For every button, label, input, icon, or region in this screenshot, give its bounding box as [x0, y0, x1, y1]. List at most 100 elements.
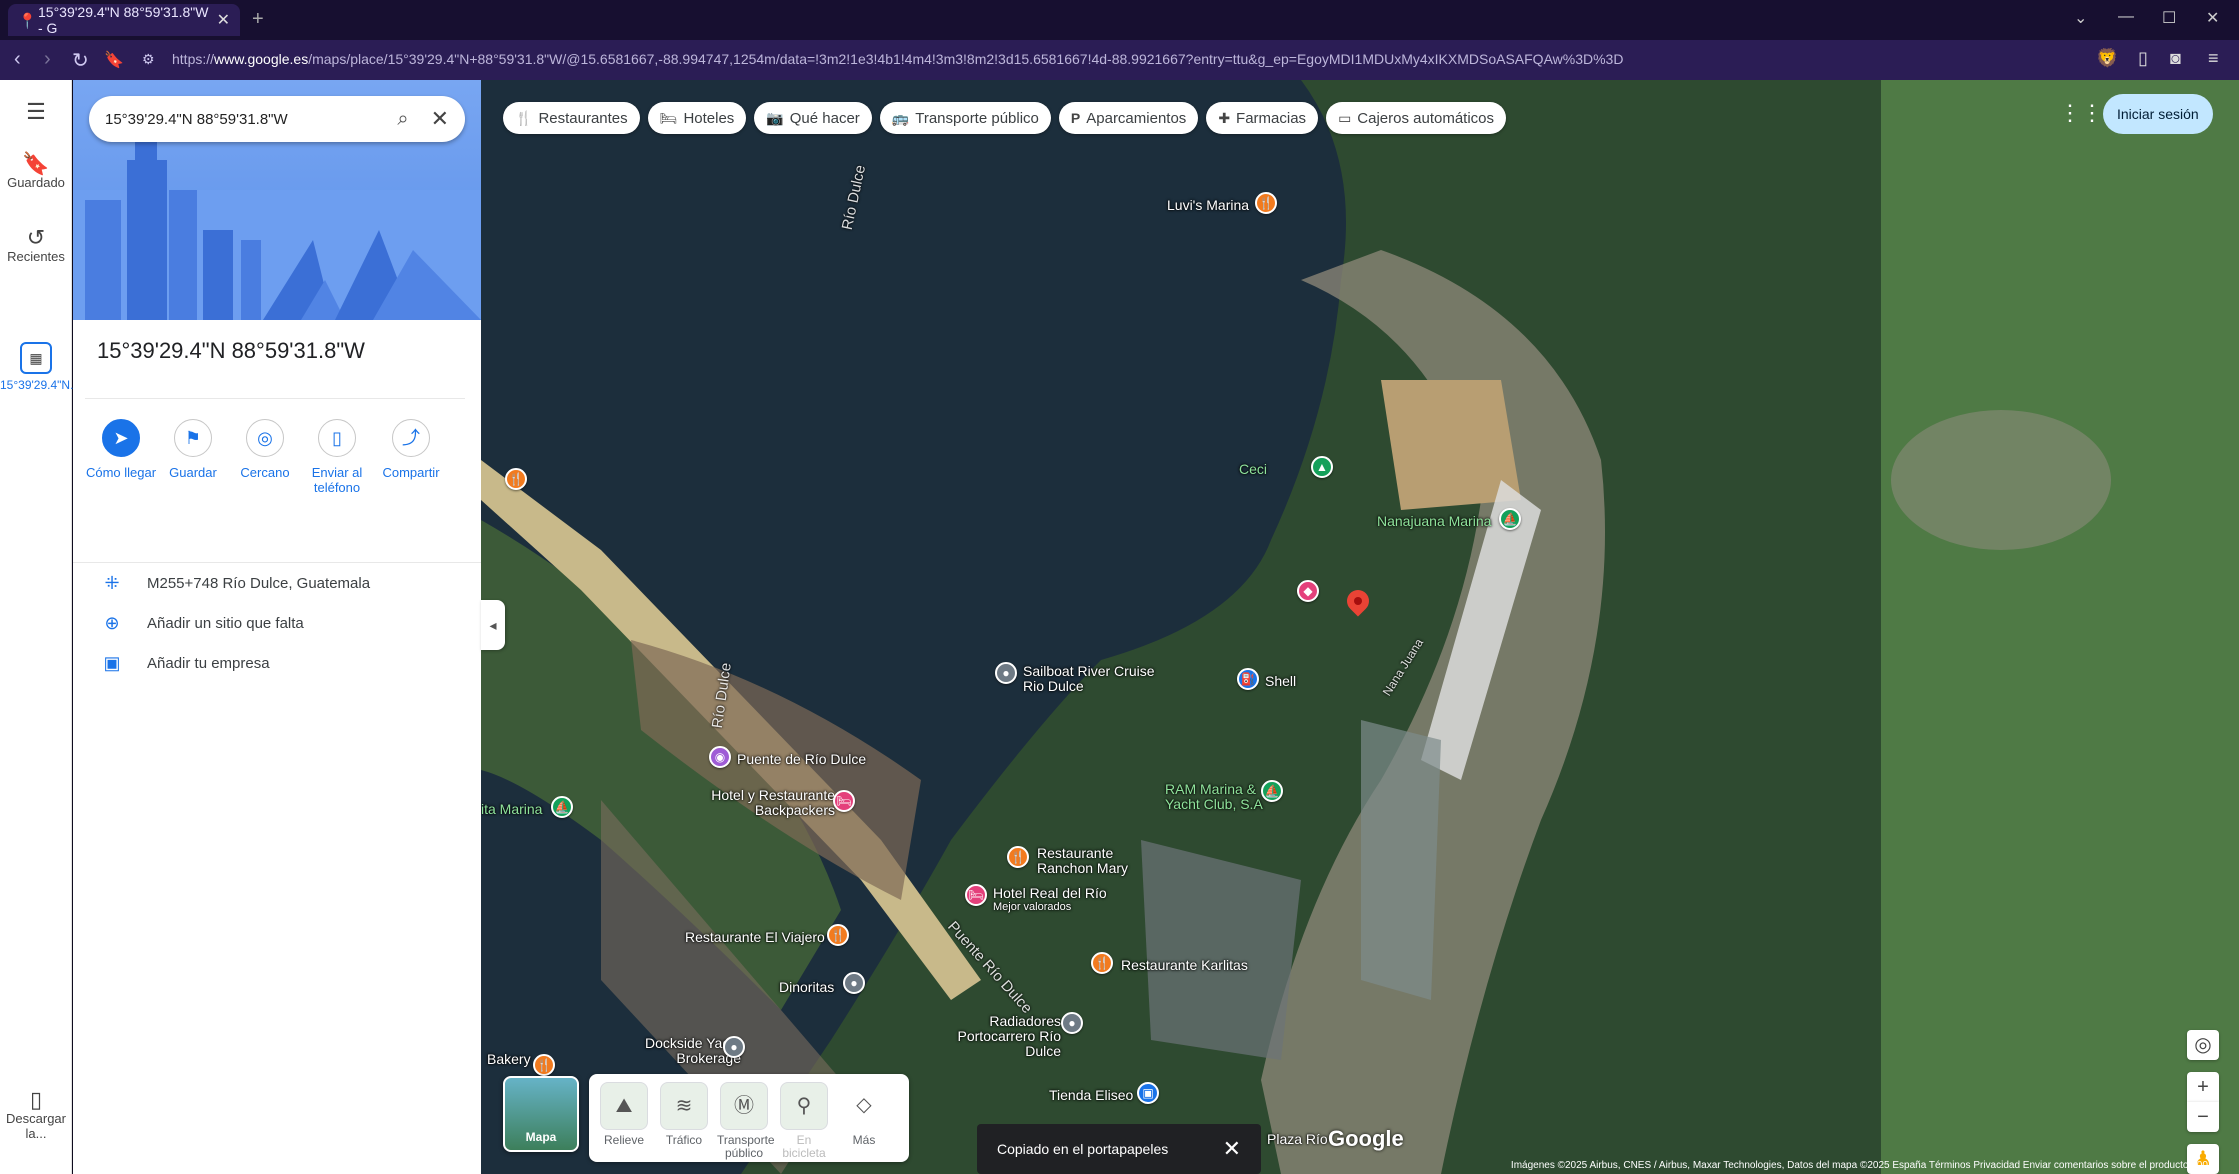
hotel-pin-icon[interactable]: 🛏 — [965, 884, 987, 906]
vpn-icon[interactable]: ◙ — [2170, 48, 2181, 69]
layer-transit[interactable]: Ⓜ Transporte público — [717, 1082, 775, 1160]
map-label-puente[interactable]: Puente de Río Dulce — [737, 752, 866, 767]
sign-in-button[interactable]: Iniciar sesión — [2103, 94, 2213, 134]
sidebar-icon[interactable]: ▯ — [2138, 48, 2148, 69]
map-label-shell[interactable]: Shell — [1265, 674, 1296, 689]
tour-pin-icon[interactable]: ● — [995, 662, 1017, 684]
minimize-icon[interactable]: — — [2118, 8, 2134, 26]
site-settings-icon[interactable]: ⚙ — [142, 51, 155, 68]
map-label-bakery[interactable]: Bakery — [487, 1052, 531, 1067]
new-tab-icon[interactable]: + — [252, 8, 264, 31]
add-place-icon: ⊕ — [104, 612, 120, 633]
forward-icon[interactable]: › — [44, 48, 51, 71]
satellite-map[interactable]: 🍴 Restaurantes 🛏 Hoteles 📷 Qué hacer 🚌 Trans… — [481, 80, 2239, 1174]
shop-pin-icon[interactable]: ● — [843, 972, 865, 994]
chip-transit[interactable]: 🚌 Transporte público — [879, 102, 1051, 134]
chip-restaurants[interactable]: 🍴 Restaurantes — [503, 102, 640, 134]
zoom-out-button[interactable]: − — [2187, 1102, 2219, 1132]
store-pin-icon[interactable]: ▣ — [1137, 1082, 1159, 1104]
marina-pin-icon[interactable]: ⛵ — [1499, 508, 1521, 530]
marina-pin-icon[interactable]: ⛵ — [1261, 780, 1283, 802]
collapse-panel-button[interactable]: ◂ — [481, 600, 505, 650]
map-label-karlitas[interactable]: Restaurante Karlitas — [1121, 958, 1248, 973]
map-label-viajero[interactable]: Restaurante El Viajero — [685, 930, 825, 945]
landmark-pin-icon[interactable]: ◉ — [709, 746, 731, 768]
map-label-ranchon[interactable]: Restaurante Ranchon Mary — [1037, 846, 1147, 876]
map-label-ceci[interactable]: Ceci — [1239, 462, 1267, 477]
gas-station-pin-icon[interactable]: ⛽ — [1237, 668, 1259, 690]
clear-search-icon[interactable]: ✕ — [431, 106, 449, 132]
map-label-ram-marina[interactable]: RAM Marina & Yacht Club, S.A — [1165, 782, 1275, 812]
download-app-button[interactable]: ▯ Descargar la... — [0, 1089, 72, 1142]
toast-close-icon[interactable]: ✕ — [1223, 1136, 1241, 1162]
shopping-pin-icon[interactable]: ◆ — [1297, 580, 1319, 602]
chip-atms[interactable]: ▭ Cajeros automáticos — [1326, 102, 1507, 134]
layer-biking[interactable]: ⚲ En bicicleta — [777, 1082, 831, 1160]
maximize-icon[interactable]: ☐ — [2162, 8, 2176, 28]
map-type-toggle[interactable]: Mapa — [503, 1076, 579, 1152]
browser-toolbar: ‹ › ↻ 🔖 ⚙ https://www.google.es/maps/pla… — [0, 40, 2239, 80]
map-label-marina-left[interactable]: ita Marina — [481, 802, 542, 817]
recent-place-button[interactable]: ▦ 15°39'29.4"N... — [0, 342, 80, 393]
restaurant-pin-icon[interactable]: 🍴 — [1007, 846, 1029, 868]
shop-pin-icon[interactable]: ● — [723, 1036, 745, 1058]
map-label-radiadores[interactable]: Radiadores Portocarrero Río Dulce — [951, 1014, 1061, 1059]
map-label-backpackers[interactable]: Hotel y Restaurante Backpackers — [703, 788, 835, 818]
layer-terrain[interactable]: ⛰ Relieve — [597, 1082, 651, 1147]
map-label-tienda[interactable]: Tienda Eliseo — [1049, 1088, 1133, 1103]
tab-close-icon[interactable]: ✕ — [217, 10, 230, 30]
shop-pin-icon[interactable]: ● — [1061, 1012, 1083, 1034]
back-icon[interactable]: ‹ — [14, 48, 21, 71]
reload-icon[interactable]: ↻ — [72, 48, 89, 73]
my-location-icon[interactable]: ◎ — [2187, 1030, 2219, 1060]
chip-pharmacies[interactable]: ✚ Farmacias — [1206, 102, 1319, 134]
tab-title: 15°39'29.4"N 88°59'31.8"W - G — [38, 4, 209, 36]
bookmark-icon[interactable]: 🔖 — [104, 50, 124, 70]
address-bar[interactable]: https://www.google.es/maps/place/15°39'2… — [172, 51, 2052, 67]
atm-icon: ▭ — [1338, 109, 1352, 126]
menu-icon[interactable]: ≡ — [2208, 48, 2219, 69]
restaurant-pin-icon[interactable]: 🍴 — [827, 924, 849, 946]
directions-button[interactable]: ➤ Cómo llegar — [85, 419, 157, 480]
place-title: 15°39'29.4"N 88°59'31.8"W — [97, 338, 365, 363]
zoom-in-button[interactable]: + — [2187, 1072, 2219, 1102]
restaurant-pin-icon[interactable]: 🍴 — [1255, 192, 1277, 214]
park-pin-icon[interactable]: ▲ — [1311, 456, 1333, 478]
map-label-dinoritas[interactable]: Dinoritas — [779, 980, 834, 995]
chip-things-to-do[interactable]: 📷 Qué hacer — [754, 102, 872, 134]
map-label-nanajuana[interactable]: Nanajuana Marina — [1377, 514, 1491, 529]
nearby-button[interactable]: ◎ Cercano — [229, 419, 301, 480]
map-label-sailboat[interactable]: Sailboat River Cruise Rio Dulce — [1023, 664, 1163, 694]
layer-more[interactable]: ◇ Más — [837, 1082, 891, 1147]
search-icon[interactable]: ⌕ — [397, 108, 408, 131]
google-apps-icon[interactable]: ⋮⋮ — [2059, 100, 2103, 126]
search-box[interactable]: 15°39'29.4"N 88°59'31.8"W ⌕ ✕ — [89, 96, 465, 142]
add-missing-place-row[interactable]: ⊕ Añadir un sitio que falta — [73, 603, 481, 643]
marina-pin-icon[interactable]: ⛵ — [551, 796, 573, 818]
browser-tab[interactable]: 📍 15°39'29.4"N 88°59'31.8"W - G ✕ — [8, 4, 240, 36]
share-icon: ⤴ — [392, 419, 430, 457]
map-label-plaza[interactable]: Plaza Río — [1267, 1132, 1328, 1147]
add-business-row[interactable]: ▣ Añadir tu empresa — [73, 643, 481, 683]
plus-code-row[interactable]: ⁜ M255+748 Río Dulce, Guatemala — [73, 563, 481, 603]
chip-hotels[interactable]: 🛏 Hoteles — [647, 102, 747, 134]
hamburger-menu-button[interactable]: ☰ — [0, 101, 72, 123]
terrain-icon: ⛰ — [600, 1082, 648, 1130]
map-label-hotel-real[interactable]: Hotel Real del Río — [993, 886, 1107, 901]
close-window-icon[interactable]: ✕ — [2206, 8, 2219, 28]
restaurant-pin-icon[interactable]: 🍴 — [505, 468, 527, 490]
hotel-pin-icon[interactable]: 🛏 — [833, 790, 855, 812]
brave-shield-icon[interactable]: 🦁 — [2096, 48, 2118, 69]
chip-parking[interactable]: P Aparcamientos — [1058, 102, 1199, 134]
map-label-luvis-marina[interactable]: Luvi's Marina — [1167, 198, 1249, 213]
save-button[interactable]: ⚑ Guardar — [157, 419, 229, 480]
share-button[interactable]: ⤴ Compartir — [375, 419, 447, 480]
send-to-phone-button[interactable]: ▯ Enviar al teléfono — [301, 419, 373, 495]
saved-button[interactable]: 🔖 Guardado — [0, 153, 72, 191]
layer-traffic[interactable]: ≋ Tráfico — [657, 1082, 711, 1147]
recents-button[interactable]: ↺ Recientes — [0, 227, 72, 265]
restaurant-pin-icon[interactable]: 🍴 — [1091, 952, 1113, 974]
tab-list-icon[interactable]: ⌄ — [2074, 8, 2087, 28]
search-input[interactable]: 15°39'29.4"N 88°59'31.8"W — [105, 111, 288, 128]
restaurant-pin-icon[interactable]: 🍴 — [533, 1054, 555, 1076]
